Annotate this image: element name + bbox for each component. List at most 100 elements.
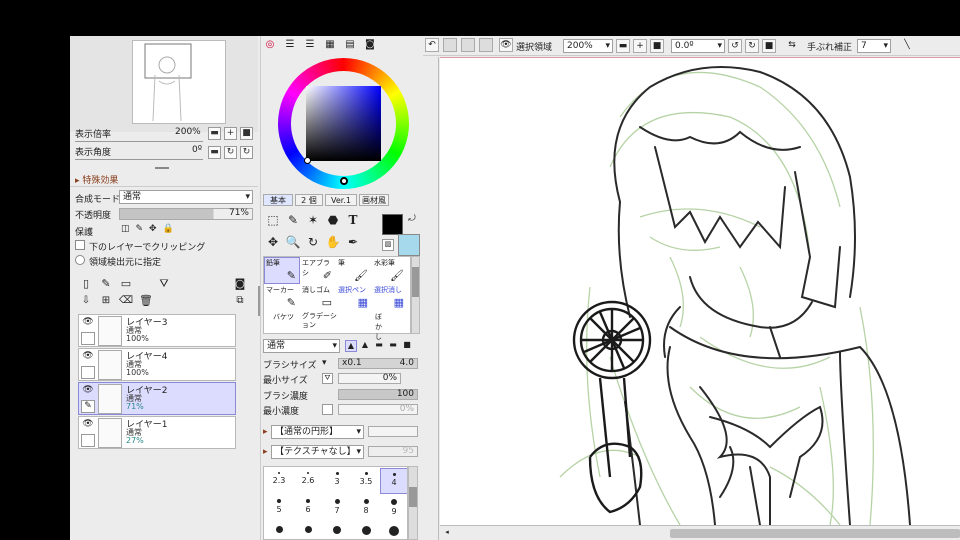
brush-pencil[interactable]: 鉛筆 ✎ (264, 257, 300, 284)
texture-strength-slider[interactable]: 95 (368, 446, 418, 457)
size-preset[interactable] (294, 522, 322, 539)
shape-expand-icon[interactable]: ▸ (263, 427, 268, 437)
stabilizer-select[interactable]: 7 ▾ (857, 39, 891, 53)
saturation-value-square[interactable] (306, 86, 381, 161)
brush-grid-scrollbar[interactable] (411, 256, 420, 334)
new-linework-layer-icon[interactable]: ✎ (98, 276, 114, 292)
brush-shape-select[interactable]: 【通常の円形】 ▾ (271, 425, 364, 439)
brush-eraser[interactable]: 消しゴム ▭ (300, 284, 336, 311)
size-preset[interactable]: 6 (294, 495, 322, 521)
deselect-button[interactable] (461, 38, 475, 52)
zoom-tool-icon[interactable]: 🔍 (285, 234, 301, 250)
swatches-tab-icon[interactable]: ▦ (323, 37, 337, 51)
min-size-toggle[interactable]: ⛛ (322, 373, 333, 384)
rotate-reset-button[interactable]: ■ (762, 39, 776, 53)
tab-material[interactable]: 画材風 (359, 194, 389, 206)
palette-tab-icon[interactable]: ▤ (343, 37, 357, 51)
text-tool-icon[interactable]: T (345, 212, 361, 228)
eye-icon[interactable]: 👁 (81, 419, 95, 432)
navigator-preview[interactable] (132, 40, 226, 124)
redo-button[interactable] (443, 38, 457, 52)
rotate-left-button[interactable]: ↺ (728, 39, 742, 53)
brush-size-slider[interactable]: x0.1 4.0 (338, 358, 418, 369)
scratchpad-tab-icon[interactable]: ◙ (363, 37, 377, 51)
swap-colors-icon[interactable]: ⤾ (406, 213, 418, 225)
layer-item[interactable]: 👁 レイヤー4 通常 100% (78, 348, 236, 381)
size-preset[interactable]: 3 (323, 468, 351, 494)
zoom-in-button[interactable]: + (224, 127, 237, 140)
brush-brush[interactable]: 筆 🖌 (336, 257, 372, 284)
brush-gradient[interactable]: グラデーション (300, 311, 337, 333)
rect-select-icon[interactable]: ⬚ (265, 212, 281, 228)
rotate-right-button[interactable]: ↻ (745, 39, 759, 53)
brush-marker[interactable]: マーカー ✎ (264, 284, 300, 311)
brush-density-slider[interactable]: 100 (338, 389, 418, 400)
eye-icon[interactable]: 👁 (81, 385, 95, 398)
brush-shape-2[interactable]: ▲ (359, 340, 371, 352)
flip-horizontal-button[interactable]: ⇆ (785, 39, 799, 53)
hue-marker[interactable] (340, 177, 348, 185)
brush-watercolor[interactable]: 水彩筆 🖌 (372, 257, 408, 284)
primary-color-swatch[interactable] (382, 214, 403, 235)
select-source-checkbox[interactable] (75, 255, 85, 265)
layer-lock-box[interactable] (81, 366, 95, 379)
brush-blur[interactable]: ぼかし (336, 311, 382, 341)
zoom-reset-button[interactable]: ■ (650, 39, 664, 53)
texture-expand-icon[interactable]: ▸ (263, 447, 268, 457)
layer-lock-box[interactable] (81, 332, 95, 345)
brush-airbrush[interactable]: エアブラシ ✐ (300, 257, 336, 284)
move-tool-icon[interactable]: ✥ (265, 234, 281, 250)
layer-extra-icon[interactable]: ⧉ (232, 293, 248, 309)
layer-item[interactable]: 👁 レイヤー1 通常 27% (78, 416, 236, 449)
toolbar-zoom-select[interactable]: 200% ▾ (563, 39, 613, 53)
size-preset[interactable]: 7 (323, 495, 351, 521)
secondary-color-swatch[interactable] (398, 234, 420, 256)
brush-select-pen[interactable]: 選択ペン ▦ (336, 284, 372, 311)
rotate-reset-button[interactable]: ↻ (240, 146, 253, 159)
size-preset[interactable]: 2.6 (294, 468, 322, 494)
brush-shape-5[interactable]: ■ (401, 340, 413, 352)
angle-slider[interactable] (75, 156, 203, 160)
hsv-slider-tab-icon[interactable]: ☰ (303, 37, 317, 51)
scroll-left-arrow[interactable]: ◂ (442, 528, 452, 538)
zoom-in-button[interactable]: + (633, 39, 647, 53)
opacity-slider[interactable]: 71% (119, 208, 253, 220)
min-density-slider[interactable]: 0% (338, 404, 418, 415)
brush-bucket[interactable]: バケツ (264, 311, 300, 333)
lasso-icon[interactable]: ✎ (285, 212, 301, 228)
layer-lock-box[interactable] (81, 434, 95, 447)
bucket-select-icon[interactable]: ⬣ (325, 212, 341, 228)
size-preset[interactable]: 2.3 (265, 468, 293, 494)
color-wheel[interactable] (278, 58, 409, 189)
layer-lock-box[interactable]: ✎ (81, 400, 95, 413)
delete-layer-icon[interactable]: 🗑 (138, 293, 154, 309)
brush-blend-select[interactable]: 通常 ▾ (263, 339, 340, 353)
clear-layer-icon[interactable]: ⌫ (118, 293, 134, 309)
undo-button[interactable]: ↶ (425, 38, 439, 52)
scrollbar-thumb[interactable] (412, 267, 419, 297)
canvas-horizontal-scrollbar[interactable]: ◂ (440, 525, 960, 540)
size-preset[interactable] (380, 522, 407, 539)
layer-mask-icon[interactable]: ◙ (232, 276, 248, 292)
size-preset[interactable]: 3.5 (352, 468, 380, 494)
eye-icon[interactable]: 👁 (81, 351, 95, 364)
tab-two[interactable]: 2 個 (295, 194, 323, 206)
transfer-down-icon[interactable]: ⇩ (78, 293, 94, 309)
layer-effect-icon[interactable]: ⛛ (156, 276, 172, 292)
rotate-right-button[interactable]: ↻ (224, 146, 237, 159)
size-dropdown-icon[interactable]: ▾ (322, 358, 327, 368)
brush-shape-4[interactable]: ▬ (387, 340, 399, 352)
magic-wand-icon[interactable]: ✶ (305, 212, 321, 228)
zoom-out-button[interactable]: ▬ (616, 39, 630, 53)
rotate-tool-icon[interactable]: ↻ (305, 234, 321, 250)
clipping-checkbox[interactable] (75, 240, 85, 250)
scrollbar-thumb[interactable] (670, 529, 960, 538)
zoom-out-button[interactable]: ▬ (208, 127, 221, 140)
new-folder-icon[interactable]: ▭ (118, 276, 134, 292)
invert-select-button[interactable] (479, 38, 493, 52)
new-layer-icon[interactable]: ▯ (78, 276, 94, 292)
effects-header[interactable]: ▸ 特殊効果 (75, 173, 118, 186)
rotate-left-button[interactable]: ▬ (208, 146, 221, 159)
eye-icon[interactable]: 👁 (81, 317, 95, 330)
zoom-reset-button[interactable]: ■ (240, 127, 253, 140)
